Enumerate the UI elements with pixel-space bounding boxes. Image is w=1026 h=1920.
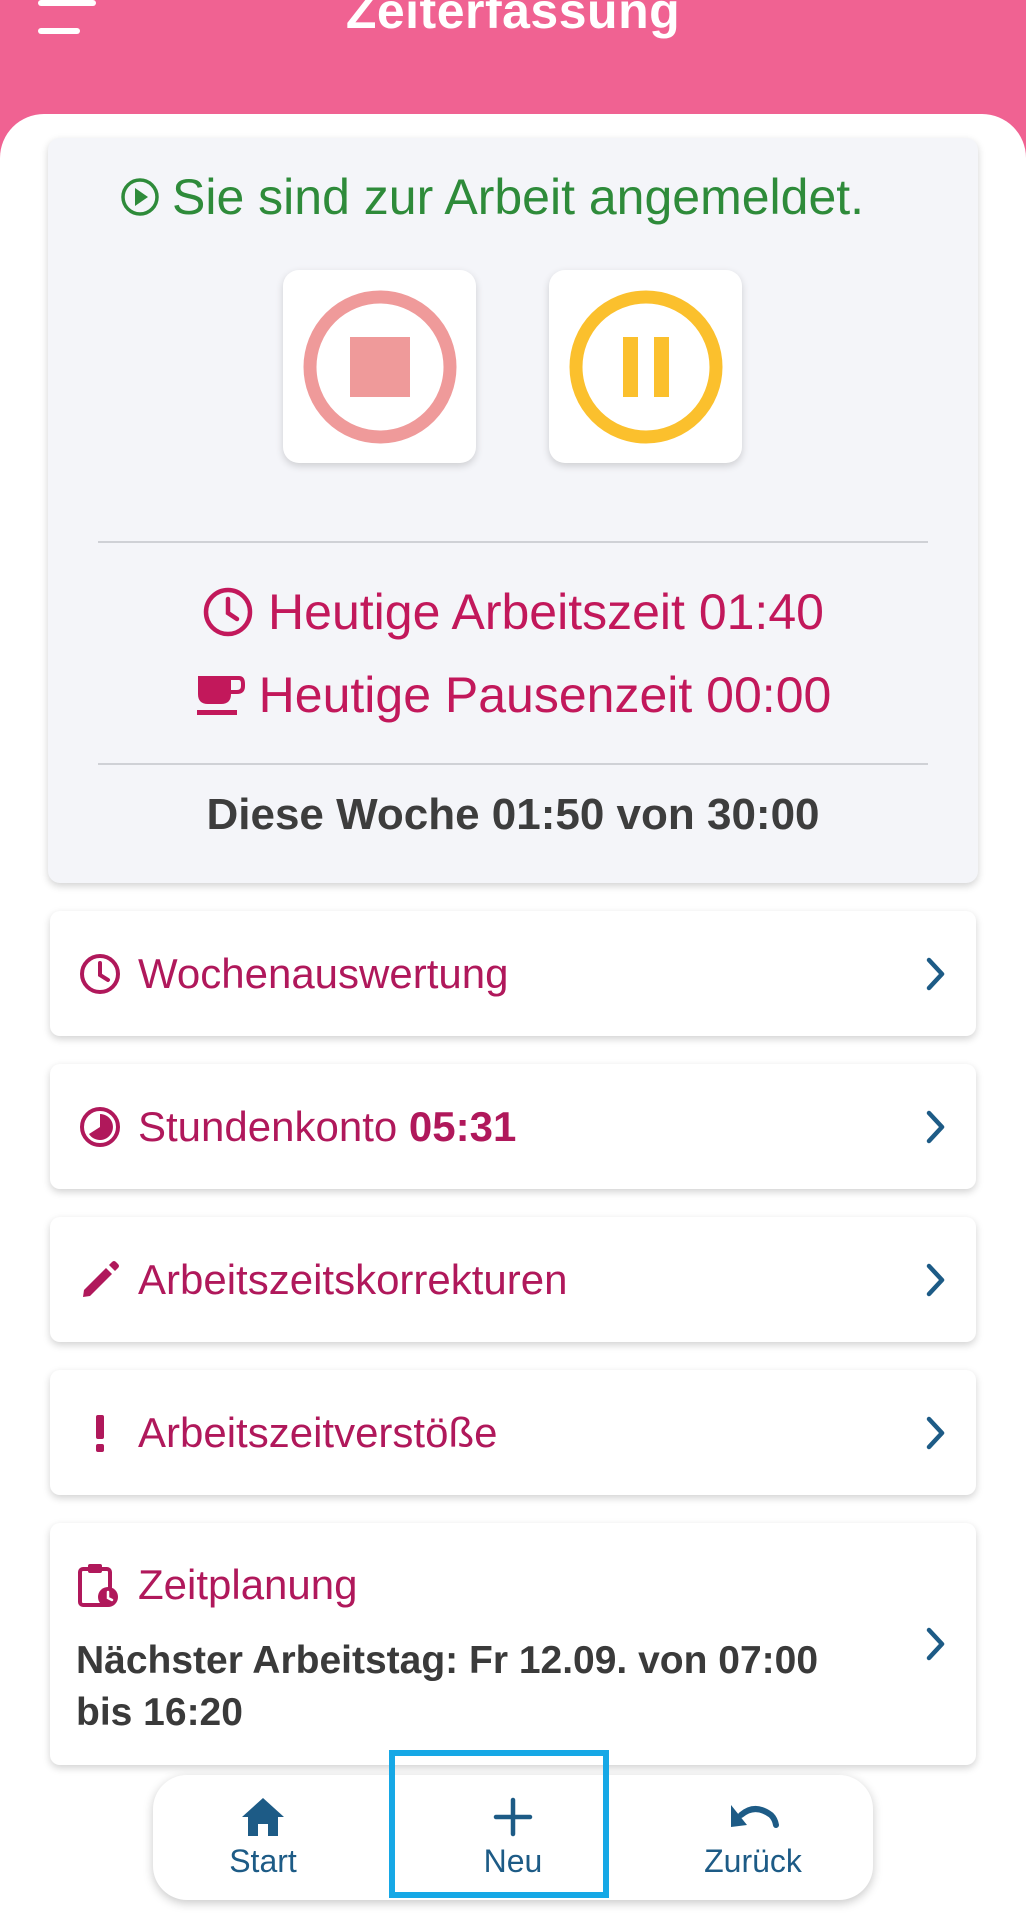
week-summary: Diese Woche 01:50 von 30:00 [206, 790, 820, 839]
stop-circle-icon [303, 290, 456, 443]
planning-title-label: Zeitplanung [138, 1561, 358, 1608]
menu-item-time-corrections[interactable]: Arbeitszeitskorrekturen [50, 1217, 976, 1342]
login-status: Sie sind zur Arbeit angemeldet. [120, 168, 864, 226]
nav-start-button[interactable]: Start [153, 1775, 373, 1900]
planning-title: Zeitplanung [76, 1561, 358, 1609]
highlight-frame [389, 1750, 609, 1898]
time-tracking-status-card: Sie sind zur Arbeit angemeldet. Heutige … [48, 138, 978, 883]
home-icon [242, 1798, 284, 1836]
today-break-time: Heutige Pausenzeit 00:00 [48, 666, 978, 724]
divider [98, 541, 928, 543]
menu-item-time-violations[interactable]: Arbeitszeitverstöße [50, 1370, 976, 1495]
chevron-right-icon [926, 1110, 945, 1143]
coffee-cup-icon [196, 676, 245, 715]
next-workday-text: Nächster Arbeitstag: Fr 12.09. von 07:00… [76, 1639, 819, 1734]
chevron-right-icon [926, 1263, 945, 1296]
divider [98, 763, 928, 765]
menu-item-label: Arbeitszeitskorrekturen [138, 1255, 568, 1303]
page-title: Zeiterfassung [345, 0, 681, 39]
menu-item-label: Wochenauswertung [138, 949, 509, 997]
nav-back-button[interactable]: Zurück [643, 1775, 863, 1900]
play-circle-icon [121, 178, 159, 216]
menu-item-label: Stundenkonto 05:31 [138, 1103, 516, 1151]
calendar-clock-icon [76, 1561, 124, 1609]
exclamation-icon [76, 1409, 124, 1457]
stop-button[interactable] [283, 270, 476, 463]
chevron-right-icon [926, 957, 945, 990]
status-message: Sie sind zur Arbeit angemeldet. [172, 169, 865, 225]
planning-card[interactable]: Zeitplanung Nächster Arbeitstag: Fr 12.0… [50, 1523, 976, 1765]
pie-clock-icon [76, 1103, 124, 1151]
today-break-time-label: Heutige Pausenzeit 00:00 [258, 667, 832, 723]
clock-icon [76, 950, 124, 998]
clock-icon [203, 587, 253, 637]
pause-button[interactable] [549, 270, 742, 463]
hour-account-label: Stundenkonto [138, 1102, 398, 1150]
chevron-right-icon [926, 1416, 945, 1449]
menu-item-week-evaluation[interactable]: Wochenauswertung [50, 911, 976, 1036]
menu-item-hour-account[interactable]: Stundenkonto 05:31 [50, 1064, 976, 1189]
chevron-right-icon [926, 1627, 945, 1661]
nav-start-label: Start [229, 1843, 297, 1879]
pause-circle-icon [569, 290, 722, 443]
undo-icon [731, 1805, 779, 1828]
today-work-time: Heutige Arbeitszeit 01:40 [48, 583, 978, 641]
nav-back-label: Zurück [704, 1843, 802, 1879]
pencil-icon [76, 1256, 124, 1304]
hour-account-value: 05:31 [408, 1102, 517, 1150]
menu-item-label: Arbeitszeitverstöße [138, 1408, 498, 1456]
today-work-time-label: Heutige Arbeitszeit 01:40 [268, 584, 824, 640]
